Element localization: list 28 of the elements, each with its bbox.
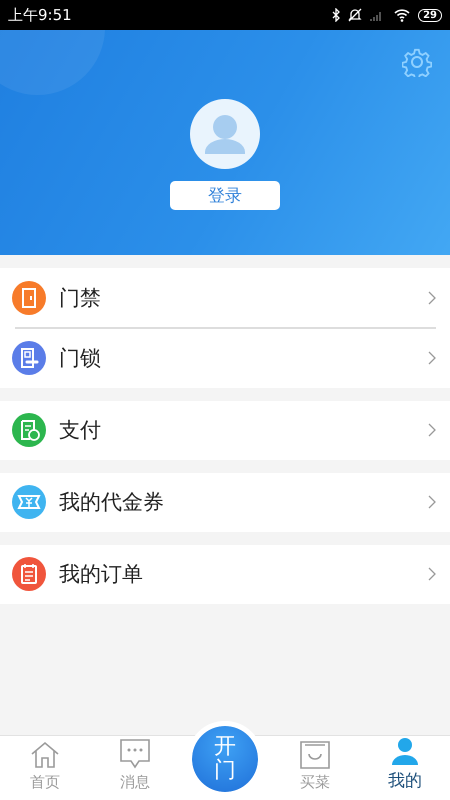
home-icon bbox=[30, 741, 60, 769]
menu-item[interactable]: 支付 bbox=[0, 400, 450, 460]
menu-item[interactable]: 我的订单 bbox=[0, 544, 450, 604]
bluetooth-icon bbox=[332, 8, 340, 22]
message-icon bbox=[120, 739, 150, 769]
clock: 上午9:51 bbox=[8, 6, 72, 24]
wifi-icon bbox=[394, 8, 410, 22]
login-button[interactable]: 登录 bbox=[170, 181, 280, 210]
lock-icon bbox=[12, 341, 46, 375]
settings-icon[interactable] bbox=[402, 47, 432, 77]
order-icon bbox=[12, 557, 46, 591]
menu-item[interactable]: 门禁 bbox=[0, 268, 450, 327]
chevron-icon bbox=[428, 351, 436, 365]
battery-level: 29 bbox=[418, 8, 442, 22]
chevron-icon bbox=[428, 495, 436, 509]
voucher-icon bbox=[12, 485, 46, 519]
door-icon bbox=[12, 280, 46, 314]
payment-icon bbox=[12, 413, 46, 447]
muted-bell-icon bbox=[348, 8, 362, 22]
menu-item[interactable]: 门锁 bbox=[0, 328, 450, 388]
chevron-icon bbox=[428, 567, 436, 581]
avatar-icon bbox=[190, 99, 260, 169]
tab[interactable]: 我的 bbox=[360, 736, 450, 800]
chevron-icon bbox=[428, 290, 436, 304]
person-icon bbox=[391, 737, 419, 765]
chevron-icon bbox=[428, 423, 436, 437]
menu-item[interactable]: 我的代金券 bbox=[0, 472, 450, 532]
basket-icon bbox=[300, 741, 330, 769]
